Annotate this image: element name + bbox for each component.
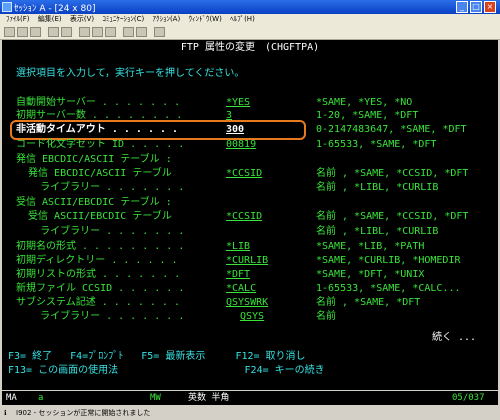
group-label-outgoing-table: 発信 EBCDIC/ASCII テーブル : xyxy=(16,154,172,165)
receive-icon[interactable] xyxy=(61,27,72,37)
field-input-inactivity-timeout[interactable]: 300 xyxy=(226,124,296,136)
field-input-ccsid[interactable]: 00819 xyxy=(226,139,296,151)
field-input-list-format[interactable]: *DFT xyxy=(226,269,296,281)
terminal-screen[interactable]: FTP 属性の変更 (CHGFTPA) 選択項目を入力して，実行キーを押してくだ… xyxy=(2,40,498,390)
macro-record-icon[interactable] xyxy=(123,27,134,37)
field-label-ccsid: コード化文字セット ID . . . . . xyxy=(16,139,185,150)
status-a: a xyxy=(38,393,44,403)
window-title: ｾｯｼｮﾝ A - [24 x 80] xyxy=(14,4,96,14)
info-icon: ℹ xyxy=(4,409,7,417)
field-label-name-format: 初期名の形式 . . . . . . . . . xyxy=(16,241,185,252)
field-options-incoming-table: 名前 , *SAME, *CCSID, *DFT xyxy=(316,211,469,222)
field-input-autostart[interactable]: *YES xyxy=(226,97,296,109)
menu-edit[interactable]: 編集(E) xyxy=(38,14,62,25)
field-label-subsystem-library: ライブラリー . . . . . . . xyxy=(16,311,185,322)
menu-bar: ﾌｧｲﾙ(F) 編集(E) 表示(V) ｺﾐｭﾆｹｰｼｮﾝ(C) ｱｸｼｮﾝ(A… xyxy=(0,14,500,25)
session-message: I902 - セッションが正常に開始されました xyxy=(16,409,151,417)
field-label-autostart: 自動開始サーバー . . . . . . . xyxy=(16,97,181,108)
field-label-subsystem: サブシステム記述 . . . . . . . xyxy=(16,297,180,308)
menu-file[interactable]: ﾌｧｲﾙ(F) xyxy=(6,14,30,25)
help-icon[interactable] xyxy=(154,27,165,37)
field-options-initial-servers: 1-20, *SAME, *DFT xyxy=(316,110,419,121)
maximize-icon[interactable]: □ xyxy=(470,1,482,13)
operator-info-area: MA a MW 英数 半角 05/037 xyxy=(2,391,498,405)
toolbar xyxy=(0,25,500,40)
menu-communication[interactable]: ｺﾐｭﾆｹｰｼｮﾝ(C) xyxy=(102,14,144,25)
field-options-incoming-library: 名前 , *LIBL, *CURLIB xyxy=(316,226,439,237)
cursor-position: 05/037 xyxy=(452,393,485,403)
field-input-initial-directory[interactable]: *CURLIB xyxy=(226,255,296,267)
keyboard-icon[interactable] xyxy=(105,27,116,37)
field-input-name-format[interactable]: *LIB xyxy=(226,241,296,253)
field-options-subsystem: 名前 , *SAME, *DFT xyxy=(316,297,421,308)
status-ime-mode: 英数 半角 xyxy=(188,393,230,403)
minimize-icon[interactable]: _ xyxy=(456,1,468,13)
field-input-new-file-ccsid[interactable]: *CALC xyxy=(226,283,296,295)
status-mw: MW xyxy=(150,393,161,403)
field-options-ccsid: 1-65533, *SAME, *DFT xyxy=(316,139,437,150)
emulator-window: ｾｯｼｮﾝ A - [24 x 80] _ □ × ﾌｧｲﾙ(F) 編集(E) … xyxy=(0,0,500,420)
field-options-autostart: *SAME, *YES, *NO xyxy=(316,97,413,108)
screen-title: FTP 属性の変更 (CHGFTPA) xyxy=(180,42,320,53)
send-icon[interactable] xyxy=(48,27,59,37)
field-input-subsystem-library[interactable]: QSYS xyxy=(240,311,310,323)
function-keys-line1: F3= 終了 F4=ﾌﾟﾛﾝﾌﾟﾄ F5= 最新表示 F12= 取り消し xyxy=(8,351,306,362)
field-options-new-file-ccsid: 1-65533, *SAME, *CALC... xyxy=(316,283,461,294)
field-input-subsystem[interactable]: QSYSWRK xyxy=(226,297,296,309)
field-label-outgoing-library: ライブラリー . . . . . . . xyxy=(16,182,185,193)
field-label-outgoing-table: 発信 EBCDIC/ASCII テーブル xyxy=(16,168,172,179)
title-bar: ｾｯｼｮﾝ A - [24 x 80] _ □ × xyxy=(0,0,500,14)
menu-window[interactable]: ｳｨﾝﾄﾞｳ(W) xyxy=(188,14,221,25)
group-label-incoming-table: 受信 ASCII/EBCDIC テーブル : xyxy=(16,197,172,208)
close-icon[interactable]: × xyxy=(484,1,496,13)
field-input-outgoing-table[interactable]: *CCSID xyxy=(226,168,296,180)
field-options-list-format: *SAME, *DFT, *UNIX xyxy=(316,269,425,280)
field-label-initial-directory: 初期ディレクトリー . . . . . . xyxy=(16,255,178,266)
menu-view[interactable]: 表示(V) xyxy=(70,14,94,25)
menu-help[interactable]: ﾍﾙﾌﾟ(H) xyxy=(230,14,255,25)
message-bar: ℹ I902 - セッションが正常に開始されました xyxy=(0,406,500,420)
field-options-inactivity-timeout: 0-2147483647, *SAME, *DFT xyxy=(316,124,467,135)
print-icon[interactable] xyxy=(4,27,15,37)
app-icon xyxy=(2,2,12,12)
display-icon[interactable] xyxy=(79,27,90,37)
function-keys-line2: F13= この画面の使用法 F24= キーの続き xyxy=(8,365,325,376)
field-label-inactivity-timeout: 非活動タイムアウト . . . . . . xyxy=(16,124,179,135)
field-options-name-format: *SAME, *LIB, *PATH xyxy=(316,241,425,252)
more-indicator: 続く ... xyxy=(432,332,477,343)
menu-action[interactable]: ｱｸｼｮﾝ(A) xyxy=(152,14,180,25)
field-label-incoming-table: 受信 ASCII/EBCDIC テーブル xyxy=(16,211,172,222)
field-options-initial-directory: *SAME, *CURLIB, *HOMEDIR xyxy=(316,255,461,266)
instruction-text: 選択項目を入力して，実行キーを押してください。 xyxy=(16,68,245,79)
field-options-subsystem-library: 名前 xyxy=(316,311,336,322)
field-label-list-format: 初期リストの形式 . . . . . . . xyxy=(16,269,181,280)
field-label-incoming-library: ライブラリー . . . . . . . xyxy=(16,226,185,237)
macro-play-icon[interactable] xyxy=(136,27,147,37)
paste-icon[interactable] xyxy=(30,27,41,37)
field-options-outgoing-library: 名前 , *LIBL, *CURLIB xyxy=(316,182,439,193)
field-options-outgoing-table: 名前 , *SAME, *CCSID, *DFT xyxy=(316,168,469,179)
field-label-new-file-ccsid: 新規ファイル CCSID . . . . . . xyxy=(16,283,185,294)
field-input-incoming-table[interactable]: *CCSID xyxy=(226,211,296,223)
color-icon[interactable] xyxy=(92,27,103,37)
status-ma: MA xyxy=(6,393,17,403)
copy-icon[interactable] xyxy=(17,27,28,37)
